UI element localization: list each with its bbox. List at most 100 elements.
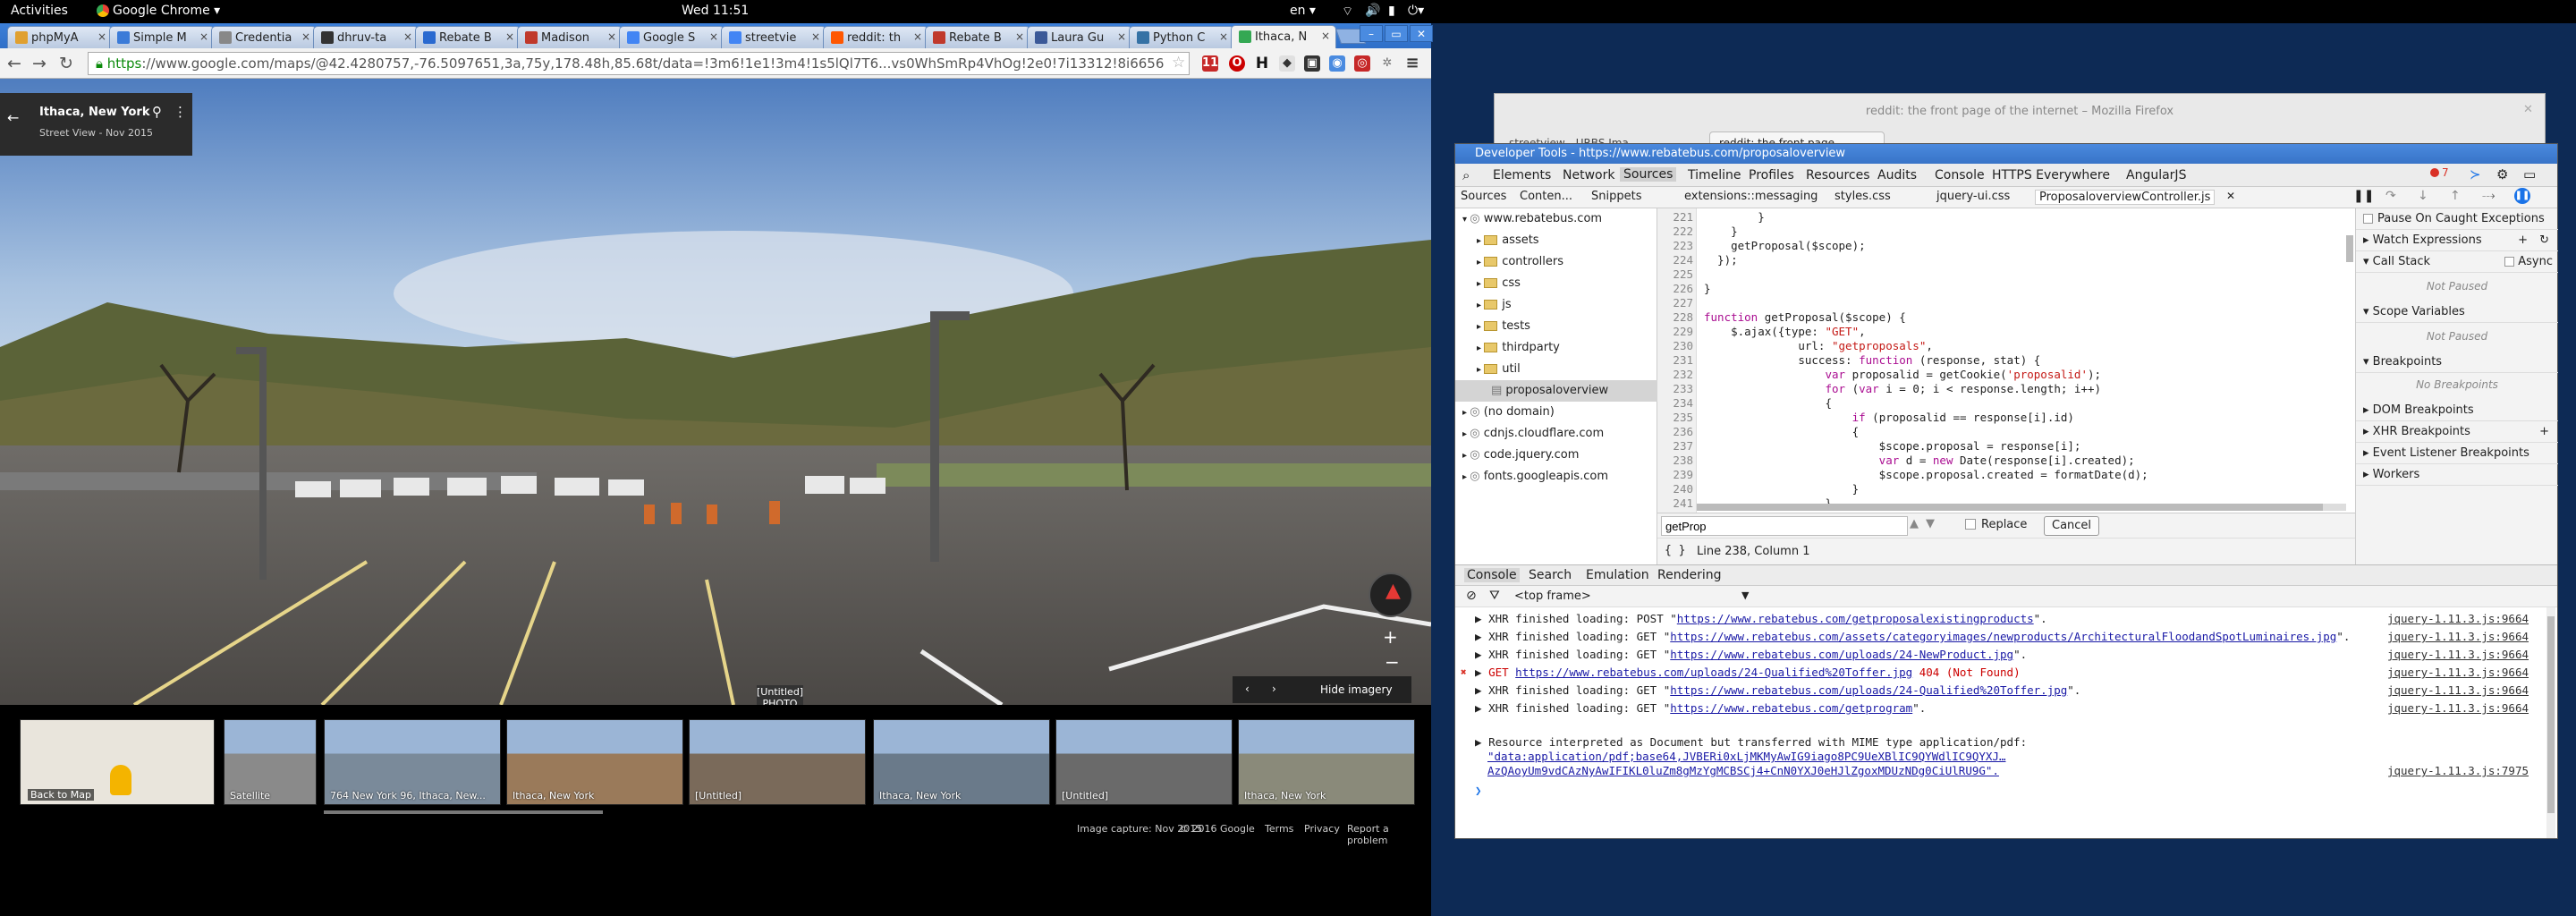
line-number[interactable]: 234 xyxy=(1659,396,1693,411)
tree-expand-icon[interactable]: ▸ xyxy=(1477,344,1484,353)
tab-close-icon[interactable]: × xyxy=(811,30,820,43)
source-link[interactable]: jquery-1.11.3.js:9664 xyxy=(2387,647,2529,663)
tab-close-icon[interactable]: × xyxy=(913,30,922,43)
line-number[interactable]: 230 xyxy=(1659,339,1693,353)
line-number[interactable]: 240 xyxy=(1659,482,1693,496)
expand-triangle-icon[interactable]: ▶ xyxy=(1475,666,1488,679)
extension-icon-2[interactable]: ◆ xyxy=(1279,55,1295,72)
line-number[interactable]: 223 xyxy=(1659,239,1693,253)
imagery-thumbnail[interactable]: 764 New York 96, Ithaca, New... xyxy=(324,719,501,805)
clock[interactable]: Wed 11:51 xyxy=(682,4,749,18)
line-number[interactable]: 231 xyxy=(1659,353,1693,368)
hide-imagery-button[interactable]: Hide imagery xyxy=(1320,683,1393,696)
imagery-thumbnail[interactable]: [Untitled] xyxy=(689,719,866,805)
imagery-thumbnail[interactable]: [Untitled] xyxy=(1055,719,1233,805)
drawer-tab[interactable]: Emulation xyxy=(1586,568,1649,582)
deactivate-breakpoints-icon[interactable]: ⤏ xyxy=(2482,189,2496,203)
tab-close-icon[interactable]: × xyxy=(607,30,616,43)
pause-caught-exceptions[interactable]: Pause On Caught Exceptions xyxy=(2356,208,2558,230)
network-icon[interactable]: ⌔ xyxy=(1342,4,1353,20)
opera-extension-icon[interactable]: O xyxy=(1229,55,1245,72)
line-number[interactable]: 226 xyxy=(1659,282,1693,296)
browser-tab[interactable]: Madison × xyxy=(517,26,623,48)
call-stack-header[interactable]: ▾ Call Stack Async xyxy=(2356,251,2558,273)
tree-domain[interactable]: ▸ ◎ code.jquery.com xyxy=(1455,445,1657,466)
tree-expand-icon[interactable]: ▸ xyxy=(1462,472,1470,482)
browser-tab[interactable]: Ithaca, N × xyxy=(1231,25,1336,48)
expand-triangle-icon[interactable]: ▶ xyxy=(1475,735,1488,749)
xhr-breakpoints-header[interactable]: ▸ XHR Breakpoints + xyxy=(2356,421,2558,443)
tab-close-icon[interactable]: × xyxy=(403,30,412,43)
line-number[interactable]: 225 xyxy=(1659,267,1693,282)
event-listener-breakpoints-header[interactable]: ▸ Event Listener Breakpoints xyxy=(2356,443,2558,464)
tree-folder[interactable]: ▸ css xyxy=(1455,273,1657,294)
firefox-close-icon[interactable]: ✕ xyxy=(2523,103,2533,116)
bookmark-star-icon[interactable]: ☆ xyxy=(1172,54,1185,72)
console-drawer-icon[interactable]: ≻ xyxy=(2470,166,2481,182)
console-prompt[interactable]: ❯ xyxy=(1455,783,2538,799)
navigator-tab[interactable]: Conten... xyxy=(1520,190,1572,203)
navigator-tab[interactable]: Snippets xyxy=(1591,190,1641,203)
extension-icon-4[interactable]: ◉ xyxy=(1329,55,1345,72)
context-selector[interactable]: <top frame> xyxy=(1514,589,1591,603)
address-bar[interactable]: 🔒︎ https://www.google.com/maps/@42.42807… xyxy=(88,52,1190,75)
message-url[interactable]: https://www.rebatebus.com/getprogram xyxy=(1670,701,1912,715)
console-output[interactable]: ▶ XHR finished loading: POST "https://ww… xyxy=(1455,607,2557,838)
privacy-link[interactable]: Privacy xyxy=(1304,823,1340,835)
inspect-icon[interactable]: ⌕ xyxy=(1462,167,1470,183)
tree-domain[interactable]: ▾ ◎ www.rebatebus.com xyxy=(1455,208,1657,230)
browser-tab[interactable]: dhruv-ta × xyxy=(313,26,419,48)
find-input[interactable] xyxy=(1661,516,1908,536)
line-number[interactable]: 224 xyxy=(1659,253,1693,267)
h-extension-icon[interactable]: H xyxy=(1254,55,1270,72)
tree-expand-icon[interactable]: ▸ xyxy=(1477,322,1484,332)
back-arrow-icon[interactable]: ← xyxy=(7,109,19,126)
imagery-thumbnail[interactable]: Ithaca, New York xyxy=(506,719,683,805)
tree-folder[interactable]: ▸ util xyxy=(1455,359,1657,380)
expand-triangle-icon[interactable]: ▶ xyxy=(1475,683,1488,697)
tab-close-icon[interactable]: × xyxy=(1219,30,1228,43)
tree-expand-icon[interactable]: ▸ xyxy=(1477,301,1484,310)
drawer-tab[interactable]: Rendering xyxy=(1657,568,1722,582)
tree-expand-icon[interactable]: ▸ xyxy=(1477,258,1484,267)
reload-icon[interactable]: ↻ xyxy=(59,54,73,73)
back-icon[interactable]: ← xyxy=(7,54,21,73)
file-tab-close-icon[interactable]: ✕ xyxy=(2226,190,2235,202)
message-url[interactable]: https://www.rebatebus.com/uploads/24-Qua… xyxy=(1670,683,2067,697)
replace-checkbox[interactable] xyxy=(1965,519,1976,530)
line-number[interactable]: 228 xyxy=(1659,310,1693,325)
tab-close-icon[interactable]: × xyxy=(1117,30,1126,43)
tree-domain[interactable]: ▸ ◎ (no domain) xyxy=(1455,402,1657,423)
message-url[interactable]: https://www.rebatebus.com/assets/categor… xyxy=(1670,630,2336,643)
find-next-icon[interactable]: ▼ xyxy=(1926,517,1935,530)
tree-expand-icon[interactable]: ▸ xyxy=(1477,279,1484,289)
step-out-icon[interactable]: ↑ xyxy=(2450,189,2461,203)
find-prev-icon[interactable]: ▲ xyxy=(1910,517,1919,530)
expand-triangle-icon[interactable]: ▶ xyxy=(1475,648,1488,661)
async-toggle[interactable]: Async xyxy=(2504,251,2553,273)
devtools-tab[interactable]: Elements xyxy=(1493,168,1551,182)
expand-triangle-icon[interactable]: ▶ xyxy=(1475,630,1488,643)
editor-hscrollbar[interactable] xyxy=(1697,504,2346,511)
line-number[interactable]: 236 xyxy=(1659,425,1693,439)
scope-variables-header[interactable]: ▾ Scope Variables xyxy=(2356,301,2558,323)
tree-folder[interactable]: ▸ js xyxy=(1455,294,1657,316)
clear-console-icon[interactable]: ⊘ xyxy=(1466,589,1477,603)
extension-icon-5[interactable]: ◎ xyxy=(1354,55,1370,72)
tree-expand-icon[interactable]: ▸ xyxy=(1462,451,1470,461)
browser-tab[interactable]: streetvie × xyxy=(721,26,826,48)
resource-line3[interactable]: AzQAoyUm9vdCAzNyAwIFIKL0luZm8gMzYgMCBSCj… xyxy=(1487,763,1999,779)
volume-icon[interactable]: 🔊 xyxy=(1365,4,1380,18)
more-options-icon[interactable]: ⋮ xyxy=(174,104,187,120)
tab-close-icon[interactable]: × xyxy=(199,30,208,43)
streetview-scene[interactable] xyxy=(0,79,1431,705)
language-indicator[interactable]: en ▾ xyxy=(1290,4,1316,18)
breakpoints-header[interactable]: ▾ Breakpoints xyxy=(2356,352,2558,373)
extension-icon-badge[interactable]: 11 xyxy=(1202,55,1218,72)
next-chevron-icon[interactable]: › xyxy=(1272,683,1276,695)
devtools-tab[interactable]: Network xyxy=(1563,168,1614,182)
devtools-tab[interactable]: Audits xyxy=(1877,168,1917,182)
prev-chevron-icon[interactable]: ‹ xyxy=(1245,683,1250,695)
tab-close-icon[interactable]: × xyxy=(1015,30,1024,43)
error-count[interactable]: 7 xyxy=(2442,166,2449,179)
